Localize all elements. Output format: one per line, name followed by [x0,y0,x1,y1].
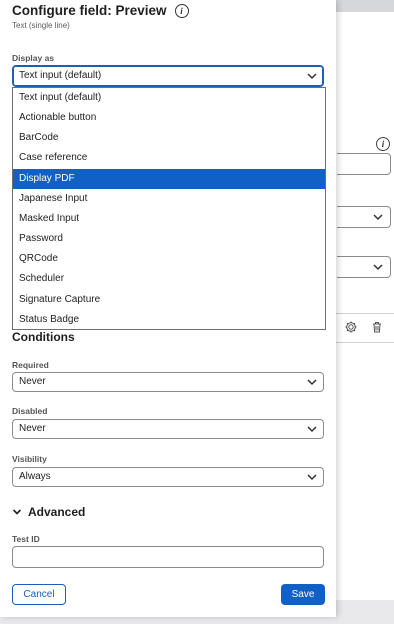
field-type-subtitle: Text (single line) [12,21,70,30]
disabled-select[interactable]: Never [12,419,324,439]
panel-header: Configure field: Preview i [12,3,189,18]
visibility-value: Always [19,471,51,482]
option-japanese-input[interactable]: Japanese Input [13,189,325,209]
background-header-strip [336,0,394,12]
display-as-label: Display as [12,53,55,63]
required-label: Required [12,360,49,370]
option-text-input-default[interactable]: Text input (default) [13,88,325,108]
advanced-toggle[interactable]: Advanced [12,505,85,519]
option-scheduler[interactable]: Scheduler [13,269,325,289]
required-select[interactable]: Never [12,372,324,392]
chevron-down-icon [373,264,383,271]
option-masked-input[interactable]: Masked Input [13,209,325,229]
required-value: Never [19,376,46,387]
option-qrcode[interactable]: QRCode [13,249,325,269]
test-id-label: Test ID [12,534,40,544]
visibility-select[interactable]: Always [12,467,324,487]
display-as-select[interactable]: Text input (default) [12,65,324,87]
chevron-down-icon [307,379,317,386]
option-display-pdf[interactable]: Display PDF [13,168,325,189]
option-password[interactable]: Password [13,229,325,249]
chevron-down-icon [12,509,22,515]
trash-icon[interactable] [370,320,384,334]
display-as-value: Text input (default) [19,70,102,81]
chevron-down-icon [373,214,383,221]
option-case-reference[interactable]: Case reference [13,148,325,168]
chevron-down-icon [307,474,317,481]
option-signature-capture[interactable]: Signature Capture [13,290,325,310]
chevron-down-icon [307,73,317,80]
option-status-badge[interactable]: Status Badge [13,310,325,330]
background-select[interactable] [337,206,391,228]
configure-field-panel: Configure field: Preview i Text (single … [0,0,336,617]
advanced-heading: Advanced [28,505,86,519]
option-barcode[interactable]: BarCode [13,128,325,148]
chevron-down-icon [307,426,317,433]
background-card [336,12,394,600]
disabled-value: Never [19,423,46,434]
background-text-input[interactable] [337,153,391,175]
disabled-label: Disabled [12,406,48,416]
display-as-dropdown-list: Text input (default) Actionable button B… [12,87,326,330]
cancel-button[interactable]: Cancel [12,584,66,605]
conditions-heading: Conditions [12,330,75,344]
panel-title: Configure field: Preview [12,3,167,18]
info-icon[interactable]: i [174,3,189,18]
background-field-row [336,313,394,343]
save-button[interactable]: Save [281,584,325,605]
background-select[interactable] [337,256,391,278]
test-id-input[interactable] [12,546,324,568]
background-info-icon: i [376,137,390,151]
visibility-label: Visibility [12,454,47,464]
option-actionable-button[interactable]: Actionable button [13,108,325,128]
gear-icon[interactable] [344,320,358,334]
